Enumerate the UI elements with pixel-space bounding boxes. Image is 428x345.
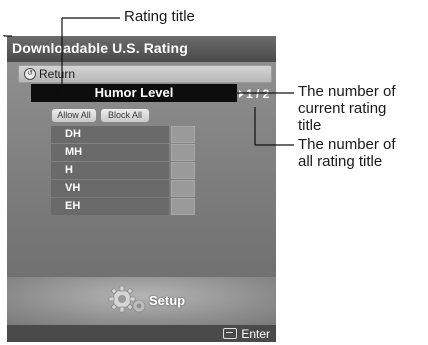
setup-label: Setup	[149, 293, 186, 308]
callout-current-line: current rating	[298, 100, 387, 117]
lock-toggle[interactable]	[171, 180, 195, 197]
rating-label: MH	[51, 144, 169, 161]
lock-toggle[interactable]	[171, 144, 195, 161]
rating-label: DH	[51, 126, 169, 143]
menu-body: ↺ Return Humor Level 1 / 2 Allow All Blo…	[7, 62, 276, 302]
page-indicator: 1 / 2	[239, 87, 269, 101]
callout-current-line: title	[298, 117, 322, 134]
callout-current-rating: The number of current rating title	[298, 83, 428, 134]
lock-toggle[interactable]	[171, 162, 195, 179]
rating-table: DH MH H VH EH	[51, 126, 195, 216]
menu-hint-bar: Enter	[7, 325, 276, 342]
callout-all-rating: The number of all rating title	[298, 136, 428, 170]
enter-icon	[223, 328, 238, 339]
rating-menu-panel: Downloadable U.S. Rating ↺ Return Humor …	[7, 36, 276, 342]
rating-title-label: Humor Level	[94, 85, 174, 100]
gear-icon	[108, 285, 146, 313]
table-row[interactable]: DH	[51, 126, 195, 143]
callout-current-line: The number of	[298, 83, 396, 100]
rating-label: VH	[51, 180, 169, 197]
arrow-right-icon	[239, 90, 244, 98]
enter-label: Enter	[241, 327, 270, 341]
table-row[interactable]: EH	[51, 198, 195, 215]
rating-title-selector[interactable]: Humor Level	[31, 84, 237, 102]
callout-rating-title: Rating title	[124, 8, 195, 25]
return-icon: ↺	[24, 68, 36, 80]
lock-toggle[interactable]	[171, 198, 195, 215]
page-indicator-value: 1 / 2	[246, 87, 270, 101]
menu-header: Downloadable U.S. Rating	[7, 36, 276, 62]
enter-hint: Enter	[223, 327, 270, 341]
return-button[interactable]: ↺ Return	[18, 65, 272, 83]
callout-all-line: The number of	[298, 136, 396, 153]
table-row[interactable]: H	[51, 162, 195, 179]
menu-footer: Setup	[7, 277, 276, 325]
callout-all-line: all rating title	[298, 153, 383, 170]
table-row[interactable]: MH	[51, 144, 195, 161]
return-label: Return	[39, 67, 76, 81]
rating-label: H	[51, 162, 169, 179]
allow-all-button[interactable]: Allow All	[52, 109, 96, 122]
lock-toggle[interactable]	[171, 126, 195, 143]
rating-label: EH	[51, 198, 169, 215]
block-all-button[interactable]: Block All	[101, 109, 149, 122]
menu-title: Downloadable U.S. Rating	[12, 40, 188, 56]
setup-button[interactable]: Setup	[107, 284, 217, 318]
table-row[interactable]: VH	[51, 180, 195, 197]
